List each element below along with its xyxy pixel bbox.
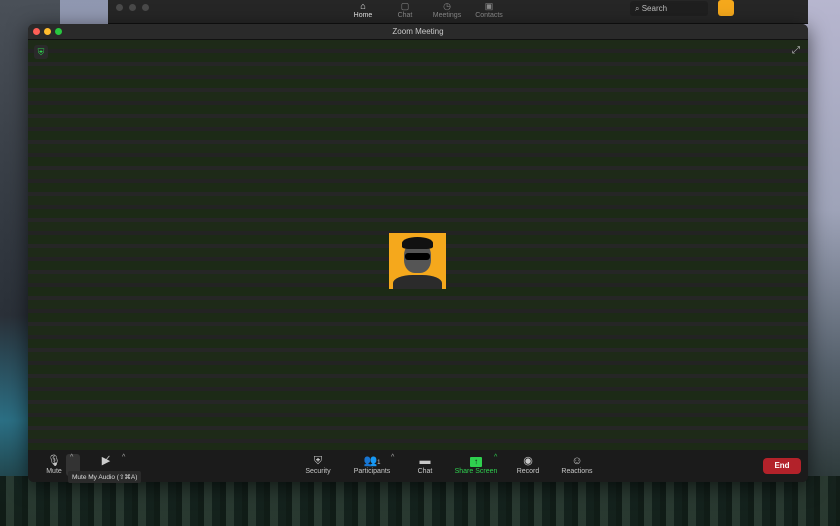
meeting-toolbar: 🎙 Mute ^ ▶̸ ^ ⛨ Security 👥1 Participants ^ …: [28, 450, 808, 482]
reactions-icon: ☺: [571, 455, 583, 467]
mute-button[interactable]: 🎙 Mute: [42, 454, 66, 475]
video-caret-icon[interactable]: ^: [122, 454, 125, 461]
reactions-button[interactable]: ☺ Reactions: [558, 454, 596, 475]
zoom-main-window: ⌂ Home ▢ Chat ◷ Meetings ▣ Contacts ⌕ Search: [108, 0, 808, 24]
chat-button[interactable]: ▬ Chat: [413, 454, 437, 475]
participants-icon: 👥1: [363, 455, 381, 467]
shield-icon: ⛨: [313, 455, 323, 467]
share-caret-icon[interactable]: ^: [494, 454, 497, 461]
audio-caret-icon[interactable]: ^: [70, 454, 73, 461]
nav-home[interactable]: ⌂ Home: [342, 0, 384, 19]
home-icon: ⌂: [360, 1, 366, 11]
security-button[interactable]: ⛨ Security: [301, 454, 335, 475]
fullscreen-icon[interactable]: ⤢: [792, 45, 800, 56]
zoom-meeting-window: Zoom Meeting ⛨ ⤢ 🎙 Mute ^ ▶̸ ^ ⛨ Security …: [28, 24, 808, 482]
participant-avatar: [389, 233, 446, 289]
clock-icon: ◷: [443, 1, 451, 11]
video-stage: ⛨ ⤢: [28, 40, 808, 450]
main-nav: ⌂ Home ▢ Chat ◷ Meetings ▣ Contacts: [342, 0, 510, 19]
wallpaper-trees: [0, 476, 840, 526]
nav-meetings[interactable]: ◷ Meetings: [426, 0, 468, 19]
profile-avatar[interactable]: [718, 0, 734, 16]
title-bar: Zoom Meeting: [28, 24, 808, 40]
participants-caret-icon[interactable]: ^: [391, 454, 394, 461]
minimize-button[interactable]: [44, 28, 51, 35]
nav-chat[interactable]: ▢ Chat: [384, 0, 426, 19]
record-button[interactable]: ◉ Record: [514, 454, 542, 475]
contacts-icon: ▣: [484, 1, 494, 11]
chat-icon: ▢: [400, 1, 410, 11]
search-icon: ⌕: [635, 4, 642, 13]
end-button[interactable]: End: [763, 458, 801, 474]
share-screen-icon: ↑: [452, 454, 500, 468]
nav-contacts[interactable]: ▣ Contacts: [468, 0, 510, 19]
record-icon: ◉: [523, 455, 533, 467]
video-button[interactable]: ▶̸: [96, 454, 116, 468]
share-screen-button[interactable]: ↑ Share Screen: [452, 454, 500, 475]
participants-button[interactable]: 👥1 Participants: [350, 454, 394, 475]
video-off-icon: ▶̸: [101, 455, 111, 467]
window-title: Zoom Meeting: [392, 27, 444, 36]
search-input[interactable]: ⌕ Search: [630, 1, 708, 16]
encryption-shield-icon[interactable]: ⛨: [34, 45, 48, 59]
tooltip: Mute My Audio (⇧⌘A): [68, 471, 142, 483]
microphone-icon: 🎙: [47, 455, 61, 467]
window-controls: [116, 4, 149, 11]
zoom-button[interactable]: [55, 28, 62, 35]
chat-icon: ▬: [419, 455, 431, 467]
close-button[interactable]: [33, 28, 40, 35]
